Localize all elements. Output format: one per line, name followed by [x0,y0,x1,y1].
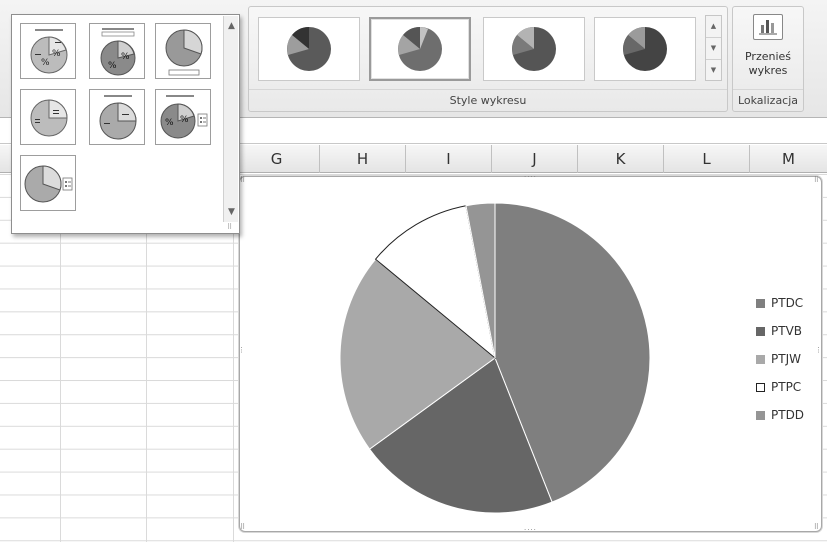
column-header-H[interactable]: H [320,145,406,173]
more-styles-icon[interactable]: ▼ [706,60,721,82]
legend-item-ptpc[interactable]: PTPC [756,373,804,401]
legend-label: PTJW [771,352,801,366]
styles-scrollbar[interactable]: ▲ ▼ ▼ [705,15,722,81]
gallery-scroll-down-icon[interactable]: ▼ [224,204,239,220]
legend-label: PTPC [771,380,802,394]
chart-layout-5[interactable] [89,89,145,145]
scroll-up-icon[interactable]: ▲ [706,16,721,38]
chart-style-2[interactable] [369,17,471,81]
chart-style-3[interactable] [483,17,585,81]
legend-item-ptvb[interactable]: PTVB [756,317,804,345]
chart-layout-7[interactable] [20,155,76,211]
svg-text:%: % [108,61,117,71]
chart-layout-1[interactable]: % % [20,23,76,79]
style-1-preview [287,26,331,71]
location-group-label: Lokalizacja [733,89,803,111]
pie-chart[interactable] [240,177,823,533]
column-header-I[interactable]: I [406,145,492,173]
gallery-scroll-up-icon[interactable]: ▲ [224,18,239,34]
legend-swatch [756,298,765,308]
chart-style-1[interactable] [258,17,360,81]
column-header-G[interactable]: G [234,145,320,173]
legend-swatch [756,382,765,392]
column-header-L[interactable]: L [664,145,750,173]
svg-text:%: % [121,52,130,62]
legend-item-ptdd[interactable]: PTDD [756,401,804,429]
location-group: Przenieś wykres Lokalizacja [732,6,804,112]
svg-text:%: % [165,118,174,128]
svg-text:%: % [52,49,61,59]
legend-item-ptjw[interactable]: PTJW [756,345,804,373]
svg-text:%: % [41,58,50,68]
column-header-M[interactable]: M [750,145,827,173]
column-header-J[interactable]: J [492,145,578,173]
move-chart-icon [753,14,783,40]
style-3-preview [512,26,556,71]
legend-label: PTVB [771,324,803,338]
chart-legend[interactable]: PTDC PTVB PTJW PTPC PTDD [756,289,804,429]
legend-label: PTDC [771,296,804,310]
move-chart-button[interactable]: Przenieś wykres [736,10,800,90]
svg-text:%: % [180,115,189,125]
move-chart-label-line1: Przenieś [744,50,792,63]
legend-swatch [756,410,765,420]
chart-layout-gallery[interactable]: % % % % % % ▲ ▼ ⠿ [11,14,240,234]
gallery-scrollbar[interactable]: ▲ ▼ [223,16,238,222]
chart-layout-2[interactable]: % % [89,23,145,79]
move-chart-label-line2: wykres [748,64,788,77]
gallery-resize-grip-icon[interactable]: ⠿ [227,223,237,231]
styles-group-label: Style wykresu [249,89,727,111]
style-2-preview [398,26,442,71]
chart-layout-6[interactable]: % % [155,89,211,145]
chart-styles-group: ▲ ▼ ▼ Style wykresu [248,6,728,112]
legend-label: PTDD [771,408,805,422]
legend-item-ptdc[interactable]: PTDC [756,289,804,317]
chart-style-4[interactable] [594,17,696,81]
legend-swatch [756,354,765,364]
chart-layout-3[interactable] [155,23,211,79]
move-chart-label: Przenieś wykres [736,50,800,78]
chart-area[interactable]: ⠿ ···· ⠿ ⋮ ⋮ ⠿ ···· ⠿ PTDC PTVB PTJW PTPC PT… [238,174,823,534]
column-header-K[interactable]: K [578,145,664,173]
legend-swatch [756,326,765,336]
chart-layout-4[interactable] [20,89,76,145]
style-4-preview [623,26,667,71]
scroll-down-icon[interactable]: ▼ [706,38,721,60]
